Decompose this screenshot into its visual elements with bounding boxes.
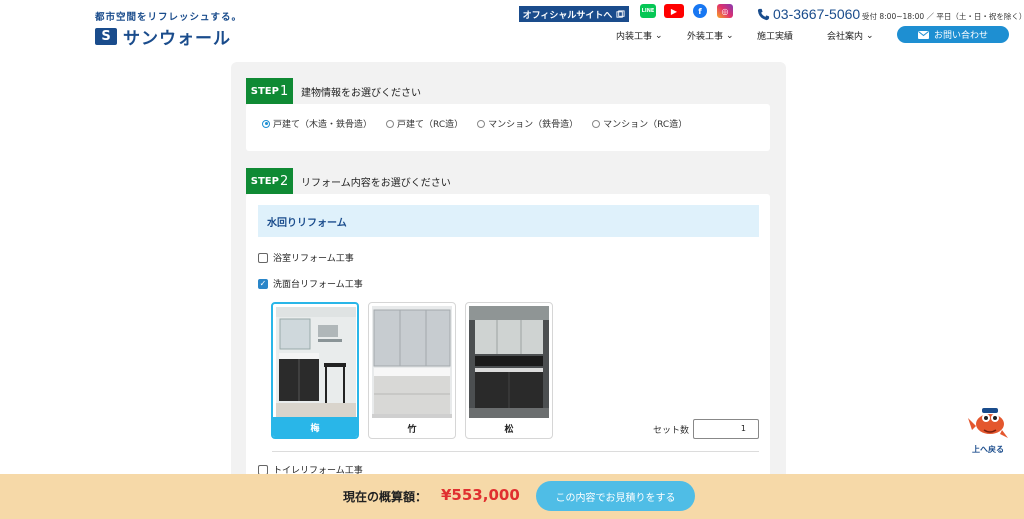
nav-exterior-label: 外装工事 [687, 32, 724, 42]
business-hours: 受付 8:00~18:00 ／ 平日（土・日・祝を除く） [862, 12, 1024, 21]
item-divider [272, 451, 759, 452]
step2-badge-num: 2 [279, 173, 289, 189]
nav-works-label: 施工実績 [757, 32, 794, 42]
nav-company[interactable]: 会社案内 ⌄ [827, 29, 874, 43]
checkbox-washbasin[interactable]: ✓ 洗面台リフォーム工事 [258, 277, 363, 290]
tagline: 都市空間をリフレッシュする。 [95, 12, 243, 23]
external-link-icon [616, 9, 625, 18]
logo-text: サンウォール [123, 29, 231, 49]
checkbox-icon [258, 464, 268, 475]
step2-badge-label: STEP [250, 175, 279, 187]
checkbox-bath[interactable]: 浴室リフォーム工事 [258, 251, 354, 264]
category-water-header: 水回りリフォーム [258, 205, 759, 237]
nav-company-label: 会社案内 [827, 32, 864, 42]
radio-building-0[interactable]: 戸建て（木造・鉄骨造） [262, 117, 372, 130]
line-icon[interactable]: LINE [640, 4, 656, 18]
estimate-value: ¥553,000 [441, 486, 520, 504]
grade-card-ume-label: 梅 [273, 417, 357, 437]
chevron-down-icon: ⌄ [866, 30, 874, 41]
nav-interior[interactable]: 内装工事 ⌄ [616, 29, 663, 43]
facebook-icon-glyph: f [698, 6, 702, 16]
washbasin-ume-image [276, 307, 356, 419]
building-type-options: 戸建て（木造・鉄骨造） 戸建て（RC造） マンション（鉄骨造） マンション（RC… [262, 117, 687, 130]
radio-building-3-label: マンション（RC造） [603, 120, 688, 130]
mascot-icon [968, 408, 1008, 438]
grade-card-matsu-label: 松 [504, 424, 514, 435]
radio-building-0-label: 戸建て（木造・鉄骨造） [273, 120, 373, 130]
step1-badge-label: STEP [250, 85, 279, 97]
grade-card-ume[interactable]: 梅 [271, 302, 359, 439]
radio-icon [477, 119, 486, 128]
official-site-label: オフィシャルサイトへ [522, 10, 613, 21]
youtube-icon[interactable]: ▶ [664, 4, 684, 18]
official-site-button[interactable]: オフィシャルサイトへ [519, 6, 629, 22]
back-to-top-label: 上へ戻る [972, 445, 1004, 454]
grade-card-take-label: 竹 [407, 424, 417, 435]
radio-building-1[interactable]: 戸建て（RC造） [386, 117, 463, 130]
line-icon-label: LINE [641, 8, 655, 14]
step1-badge: STEP 1 [246, 78, 293, 104]
step2-title: リフォーム内容をお選びください [301, 177, 451, 189]
facebook-icon[interactable]: f [693, 4, 707, 18]
radio-building-1-label: 戸建て（RC造） [397, 120, 464, 130]
checkbox-bath-label: 浴室リフォーム工事 [273, 254, 354, 264]
washbasin-take-image [372, 306, 452, 418]
radio-building-3[interactable]: マンション（RC造） [592, 117, 687, 130]
grade-card-take[interactable]: 竹 [368, 302, 456, 439]
checkbox-icon [258, 252, 268, 263]
quantity-label: セット数 [653, 426, 690, 436]
mail-icon [917, 30, 929, 39]
nav-exterior[interactable]: 外装工事 ⌄ [687, 29, 734, 43]
nav-interior-label: 内装工事 [616, 32, 653, 42]
step1-title: 建物情報をお選びください [301, 87, 421, 99]
radio-selected-icon [262, 119, 270, 128]
chevron-down-icon: ⌄ [726, 30, 734, 41]
grade-card-matsu[interactable]: 松 [465, 302, 553, 439]
step2-header: STEP 2 リフォーム内容をお選びください [246, 168, 451, 194]
quantity-input[interactable]: 1 [693, 419, 759, 439]
radio-icon [592, 119, 601, 128]
step1-badge-num: 1 [279, 83, 289, 99]
step2-badge: STEP 2 [246, 168, 293, 194]
phone-icon [757, 8, 770, 20]
contact-button[interactable]: お問い合わせ [897, 26, 1009, 43]
logo-mark-icon: S [95, 28, 117, 45]
phone-number[interactable]: 03-3667-5060 [757, 6, 860, 22]
nav-works[interactable]: 施工実績 [757, 29, 793, 42]
estimate-label: 現在の概算額： [343, 490, 428, 504]
instagram-icon[interactable]: ◎ [717, 4, 733, 18]
radio-building-2-label: マンション（鉄骨造） [488, 120, 579, 130]
phone-number-text: 03-3667-5060 [773, 6, 861, 22]
checkbox-checked-icon: ✓ [258, 278, 268, 289]
radio-building-2[interactable]: マンション（鉄骨造） [477, 117, 578, 130]
site-header: 都市空間をリフレッシュする。 S サンウォール オフィシャルサイトへ LINE … [0, 0, 1024, 52]
request-quote-button[interactable]: この内容でお見積りをする [536, 481, 695, 511]
washbasin-matsu-image [469, 306, 549, 418]
chevron-down-icon: ⌄ [655, 30, 663, 41]
site-logo[interactable]: S サンウォール [95, 24, 231, 49]
radio-icon [386, 119, 395, 128]
step1-header: STEP 1 建物情報をお選びください [246, 78, 421, 104]
checkbox-washbasin-label: 洗面台リフォーム工事 [273, 280, 363, 290]
contact-button-label: お問い合わせ [933, 31, 988, 41]
back-to-top-button[interactable]: 上へ戻る [962, 404, 1012, 454]
youtube-icon-glyph: ▶ [670, 6, 678, 16]
instagram-icon-glyph: ◎ [721, 6, 729, 16]
